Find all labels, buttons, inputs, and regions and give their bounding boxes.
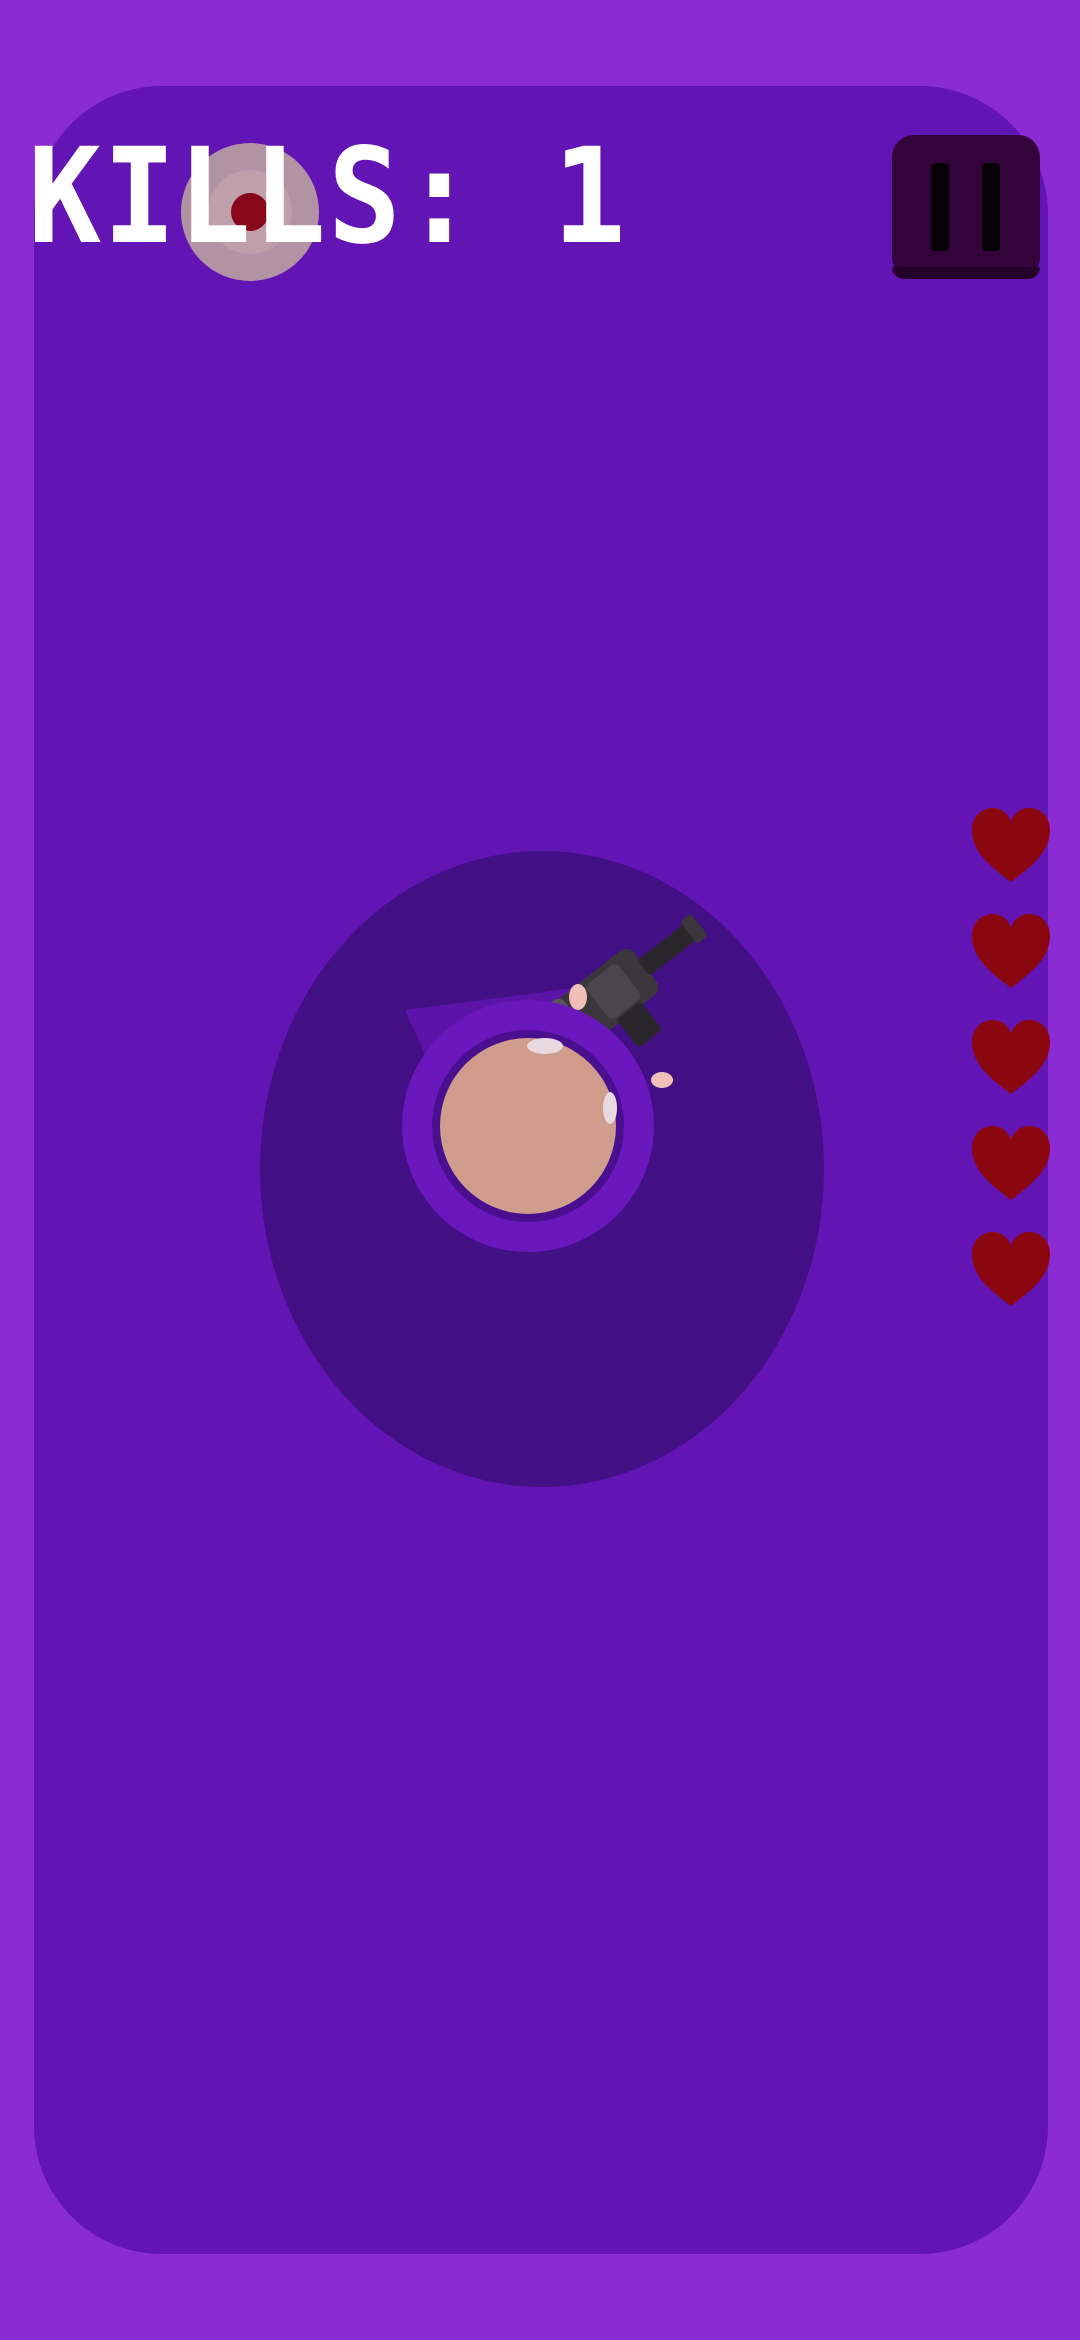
game-screen: KILLS: 1 xyxy=(0,0,1080,2340)
player-sprite xyxy=(402,914,707,1252)
pause-button-rim xyxy=(892,267,1040,279)
heart-icon xyxy=(972,808,1050,882)
heart-icon xyxy=(972,1020,1050,1094)
heart-icon xyxy=(972,914,1050,988)
player-hand xyxy=(651,1072,673,1088)
pause-icon xyxy=(982,163,1000,251)
player-ear xyxy=(527,1038,563,1054)
player-ear xyxy=(603,1092,617,1124)
player-hand xyxy=(569,984,587,1010)
player-head xyxy=(440,1038,616,1214)
kills-counter: KILLS: 1 xyxy=(28,120,628,274)
heart-icon xyxy=(972,1126,1050,1200)
pause-icon xyxy=(931,163,949,251)
heart-icon xyxy=(972,1232,1050,1306)
lives-indicator xyxy=(970,806,1056,1336)
player-character xyxy=(400,900,760,1260)
pause-button[interactable] xyxy=(892,135,1040,279)
